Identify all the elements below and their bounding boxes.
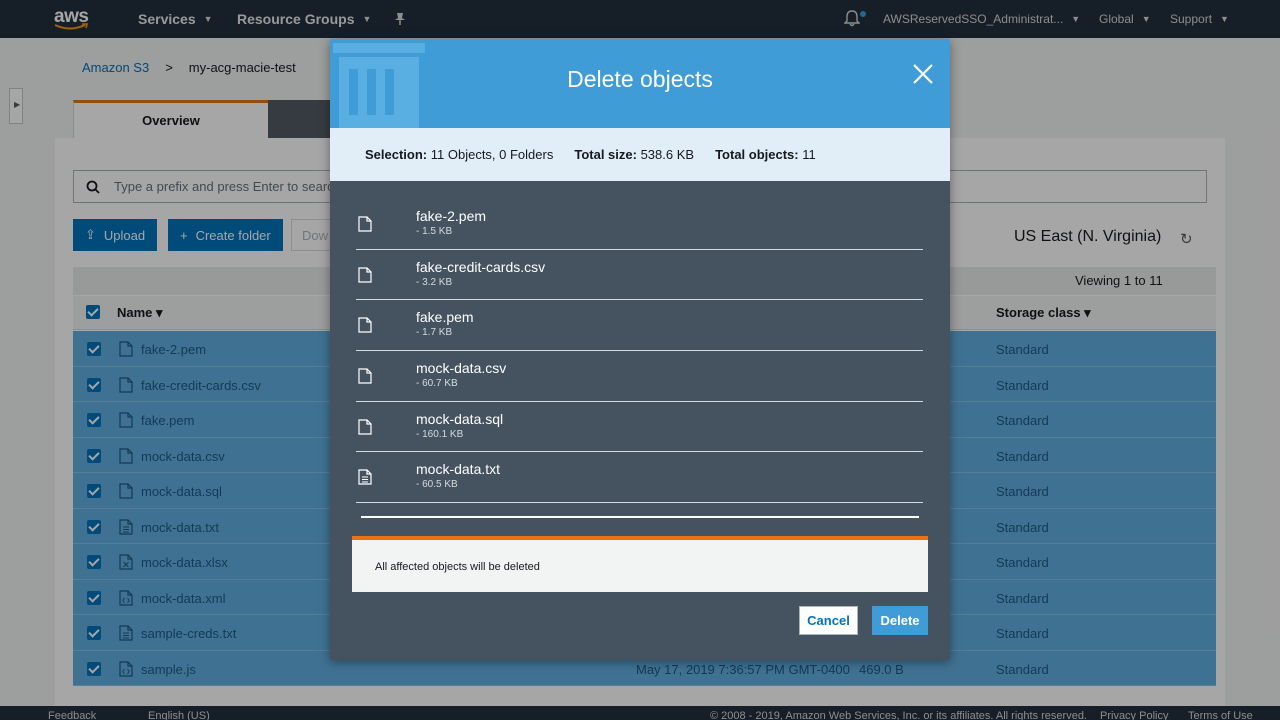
item-file-size: - 1.7 KB	[416, 327, 453, 339]
cancel-button[interactable]: Cancel	[799, 606, 858, 635]
selection-summary: Selection: 11 Objects, 0 Folders Total s…	[330, 128, 950, 181]
text-file-icon	[358, 469, 372, 490]
item-file-size: - 60.7 KB	[416, 378, 458, 390]
delete-button[interactable]: Delete	[872, 606, 928, 635]
item-file-size: - 160.1 KB	[416, 428, 464, 440]
total-objects-label: Total objects:	[715, 147, 799, 162]
item-file-size: - 60.5 KB	[416, 479, 458, 491]
close-icon[interactable]	[912, 63, 934, 85]
dialog-header: Delete objects	[330, 39, 950, 128]
file-icon	[358, 317, 372, 338]
total-objects-value: 11	[802, 147, 816, 162]
item-file-name: mock-data.sql	[416, 410, 504, 427]
item-file-name: mock-data.csv	[416, 360, 507, 377]
item-file-name: fake.pem	[416, 309, 474, 326]
list-item: fake-2.pem - 1.5 KB	[356, 199, 923, 250]
item-file-size: - 1.5 KB	[416, 226, 453, 237]
list-item: fake.pem - 1.7 KB	[356, 300, 923, 352]
list-item: mock-data.txt - 60.5 KB	[356, 452, 923, 504]
item-file-name: fake-2.pem	[416, 208, 487, 224]
delete-objects-dialog: Delete objects Selection: 11 Objects, 0 …	[330, 39, 950, 660]
item-file-size: - 3.2 KB	[416, 276, 453, 288]
list-item: mock-data.sql - 160.1 KB	[356, 402, 923, 453]
selection-label: Selection:	[365, 147, 428, 162]
file-icon	[358, 419, 372, 440]
item-file-name: fake-credit-cards.csv	[416, 258, 546, 275]
dialog-title: Delete objects	[567, 66, 713, 92]
file-icon	[358, 267, 372, 288]
list-item: mock-data.csv - 60.7 KB	[356, 351, 923, 402]
selection-value: 11 Objects, 0 Folders	[430, 147, 554, 162]
delete-warning-notice: All affected objects will be deleted	[352, 536, 928, 592]
delete-warning-text: All affected objects will be deleted	[375, 561, 540, 573]
list-scroll-indicator	[361, 516, 919, 518]
total-size-label: Total size:	[574, 147, 637, 162]
total-size-value: 538.6 KB	[640, 147, 695, 162]
file-icon	[358, 368, 372, 389]
file-icon	[358, 216, 372, 237]
list-item: fake-credit-cards.csv - 3.2 KB	[356, 250, 923, 301]
item-file-name: mock-data.txt	[416, 461, 501, 478]
objects-to-delete-list[interactable]: fake-2.pem - 1.5 KB fake-credit-cards.csv -…	[356, 199, 923, 519]
